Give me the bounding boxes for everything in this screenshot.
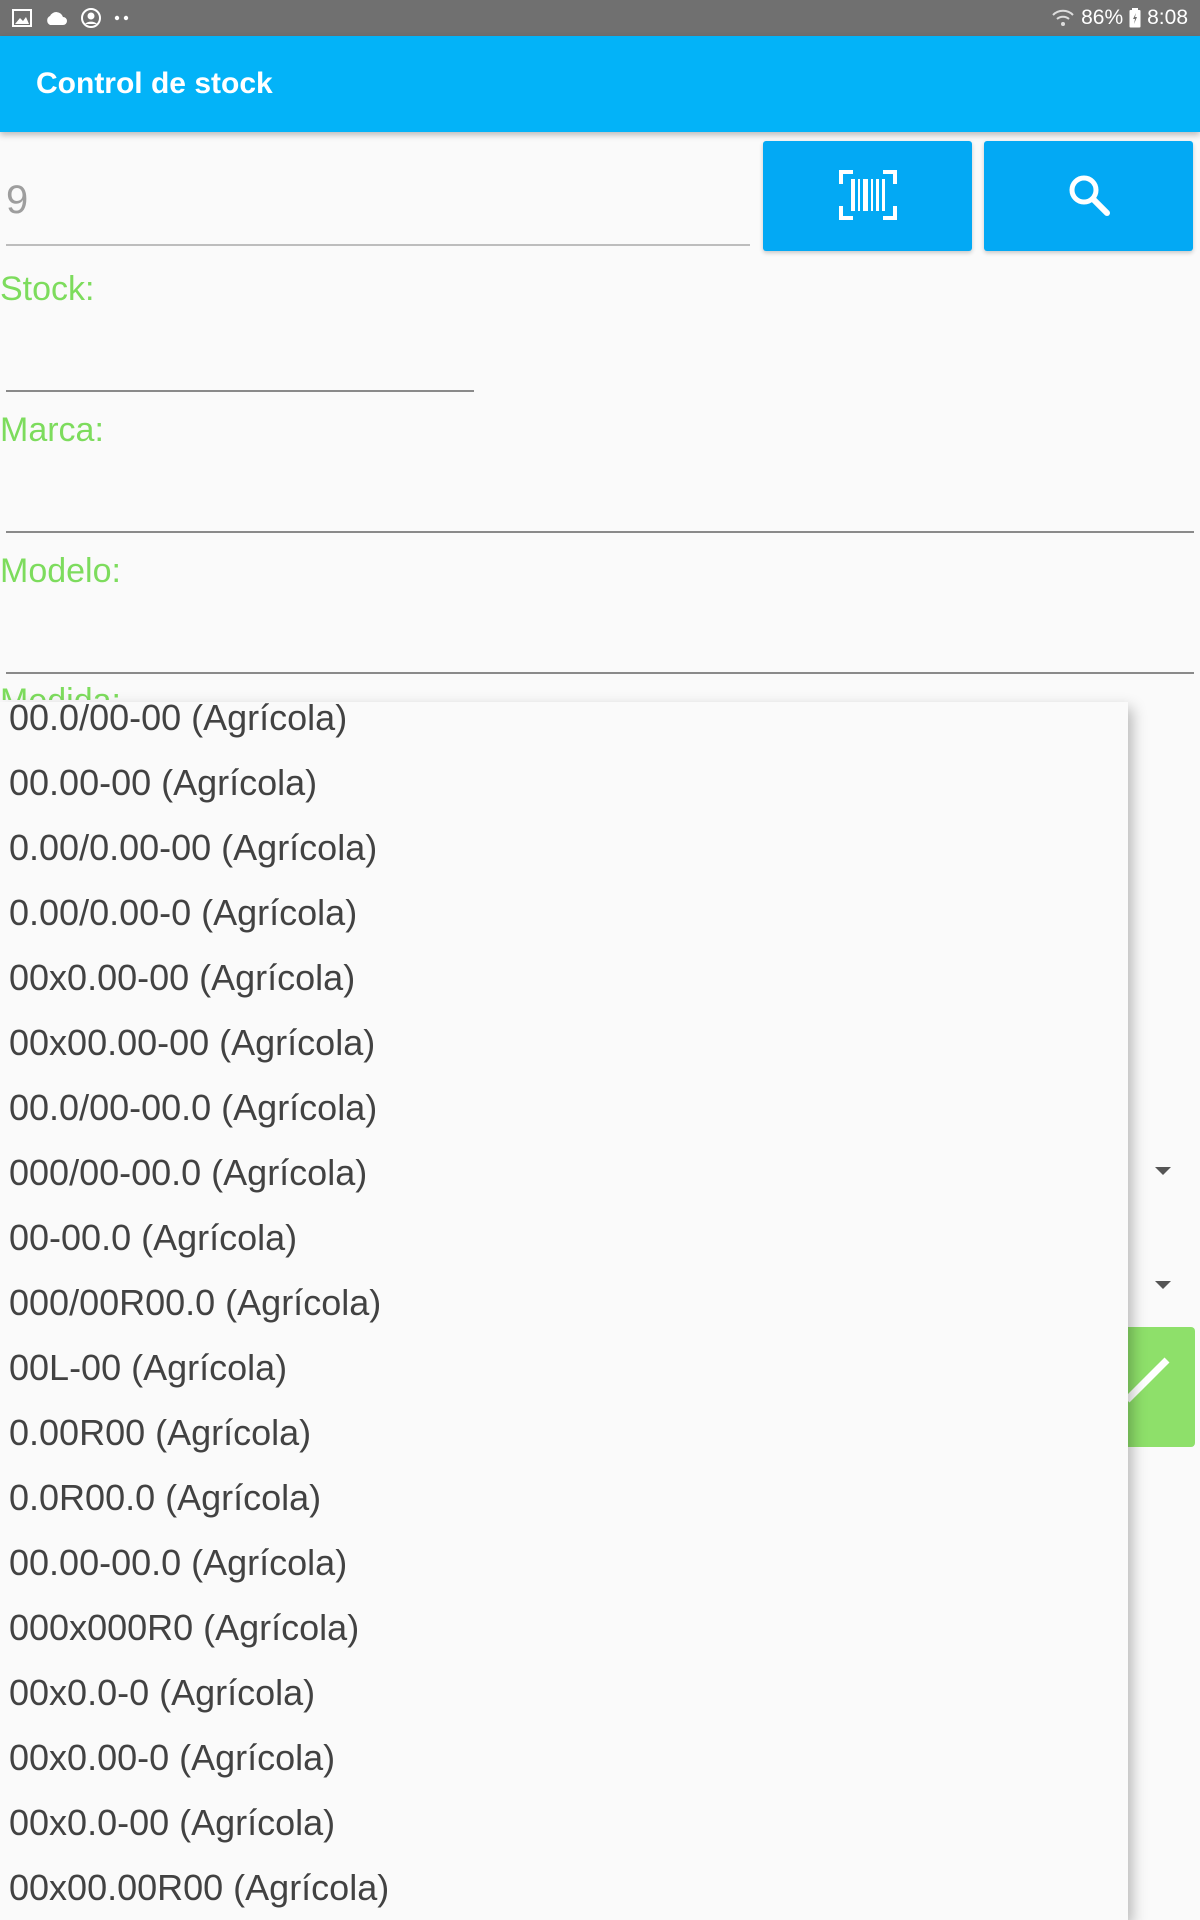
stock-label: Stock: [0, 270, 95, 308]
dropdown-item[interactable]: 00.0/00-00 (Agrícola) [0, 702, 1128, 750]
dropdown-item[interactable]: 0.00/0.00-0 (Agrícola) [0, 880, 1128, 945]
dropdown-item[interactable]: 000/00-00.0 (Agrícola) [0, 1140, 1128, 1205]
spinner-arrow-icon[interactable] [1155, 1281, 1171, 1289]
stock-field[interactable] [6, 390, 474, 392]
clock: 8:08 [1147, 6, 1188, 29]
dropdown-item[interactable]: 00.0/00-00.0 (Agrícola) [0, 1075, 1128, 1140]
scan-barcode-button[interactable] [763, 141, 972, 251]
dropdown-item[interactable]: 00x00.00-00 (Agrícola) [0, 1010, 1128, 1075]
dropdown-item[interactable]: 00.00-00 (Agrícola) [0, 750, 1128, 815]
dropdown-item[interactable]: 0.00/0.00-00 (Agrícola) [0, 815, 1128, 880]
status-bar-notifications [12, 7, 130, 29]
dropdown-item[interactable]: 00L-00 (Agrícola) [0, 1335, 1128, 1400]
dropdown-item[interactable]: 00x0.0-0 (Agrícola) [0, 1660, 1128, 1725]
modelo-label: Modelo: [0, 552, 121, 590]
cloud-icon [44, 10, 68, 26]
spinner-arrow-icon[interactable] [1155, 1167, 1171, 1175]
save-button[interactable] [1127, 1327, 1195, 1447]
dropdown-item[interactable]: 000x000R0 (Agrícola) [0, 1595, 1128, 1660]
dropdown-item[interactable]: 00-00.0 (Agrícola) [0, 1205, 1128, 1270]
dropdown-item[interactable]: 00.00-00.0 (Agrícola) [0, 1530, 1128, 1595]
battery-percent: 86% [1081, 6, 1124, 29]
battery-icon [1129, 8, 1141, 28]
dropdown-item[interactable]: 00x00.00R00 (Agrícola) [0, 1855, 1128, 1920]
account-circle-icon [80, 7, 102, 29]
more-dots-icon [114, 15, 130, 21]
dropdown-item[interactable]: 000/00R00.0 (Agrícola) [0, 1270, 1128, 1335]
check-icon [1127, 1357, 1195, 1447]
app-bar: Control de stock [0, 36, 1200, 132]
barcode-icon [838, 169, 897, 223]
dropdown-item[interactable]: 0.0R00.0 (Agrícola) [0, 1465, 1128, 1530]
dropdown-item[interactable]: 0.00R00 (Agrícola) [0, 1400, 1128, 1465]
marca-field[interactable] [6, 531, 1194, 533]
wifi-icon [1051, 9, 1075, 27]
marca-label: Marca: [0, 411, 104, 449]
image-icon [12, 9, 32, 27]
search-button[interactable] [984, 141, 1193, 251]
app-title: Control de stock [36, 67, 273, 100]
medida-label: Medida: [0, 686, 121, 700]
modelo-field[interactable] [6, 672, 1194, 674]
medida-dropdown[interactable]: 00.0/00-00 (Agrícola) 00.00-00 (Agrícola… [0, 702, 1128, 1920]
status-bar: 86% 8:08 [0, 0, 1200, 36]
dropdown-item[interactable]: 00x0.0-00 (Agrícola) [0, 1790, 1128, 1855]
code-input[interactable] [6, 156, 750, 246]
dropdown-item[interactable]: 00x0.00-0 (Agrícola) [0, 1725, 1128, 1790]
status-bar-system: 86% 8:08 [1051, 0, 1188, 36]
search-icon [1067, 173, 1111, 220]
dropdown-list: 00.0/00-00 (Agrícola) 00.00-00 (Agrícola… [0, 702, 1128, 1920]
dropdown-item[interactable]: 00x0.00-00 (Agrícola) [0, 945, 1128, 1010]
